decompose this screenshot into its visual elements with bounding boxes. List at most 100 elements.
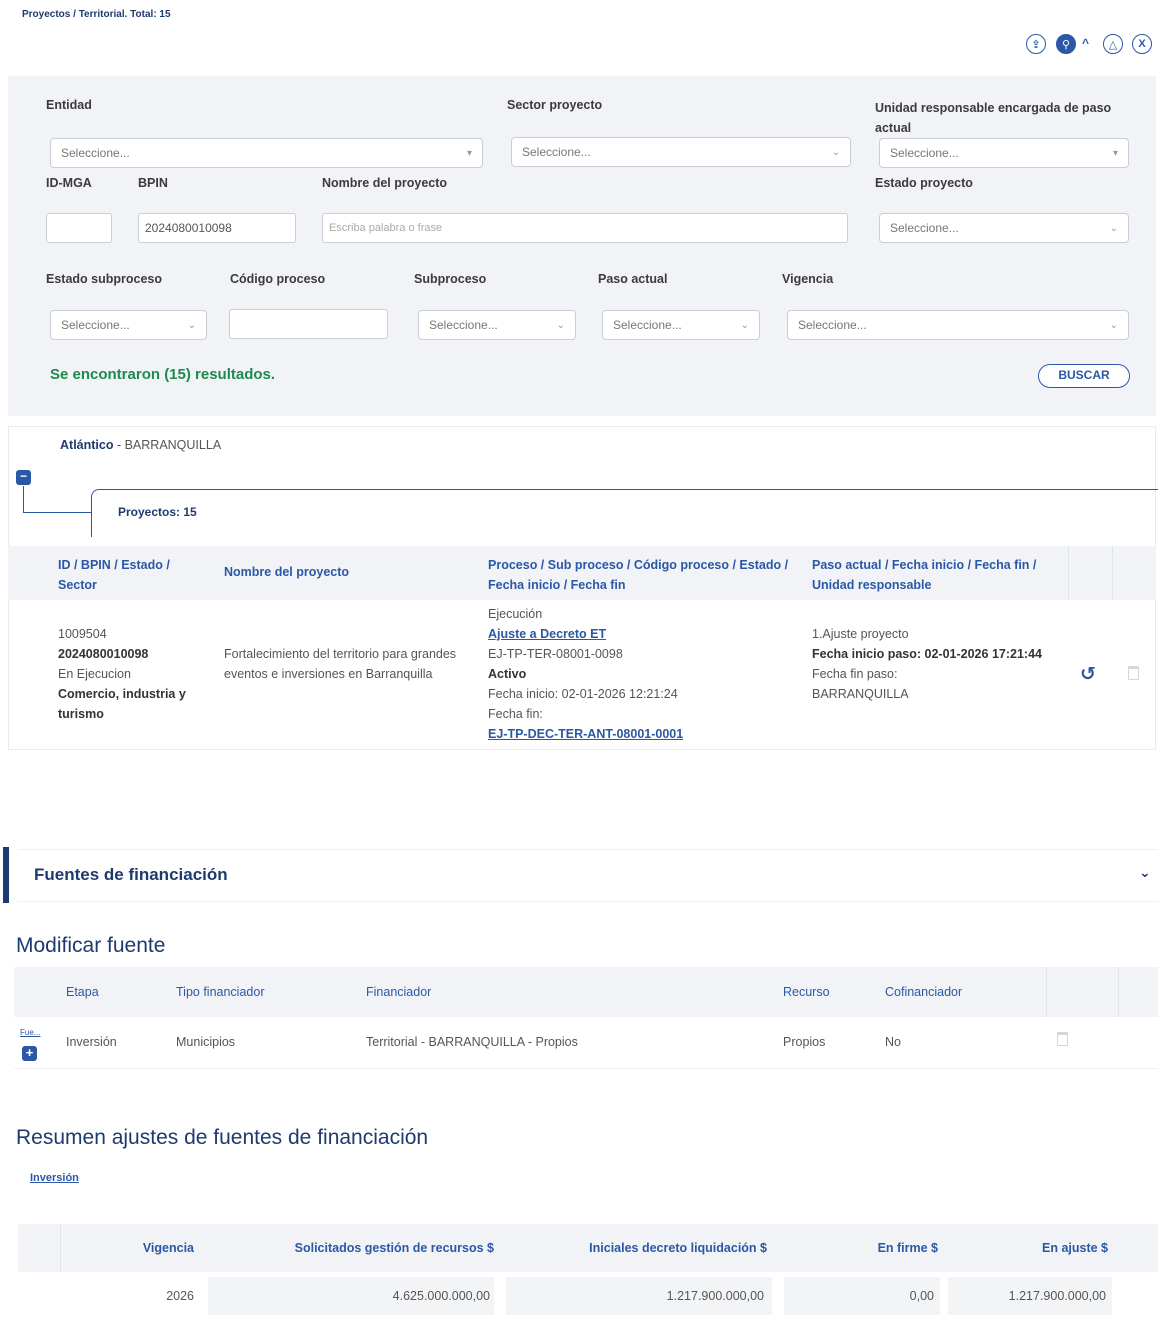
codigo-link[interactable]: EJ-TP-DEC-TER-ANT-08001-0001 [488,724,798,744]
row-cofinanciador: No [885,1035,901,1049]
excel-icon[interactable]: X [1132,34,1152,54]
sector-label: Sector proyecto [507,98,603,112]
chevron-down-icon: ⌄ [1109,319,1118,331]
estado-subproceso-select[interactable]: Seleccione... ⌄ [50,310,207,340]
paso-actual-label: Paso actual [598,272,668,286]
paso-fecha-fin: Fecha fin paso: [812,667,898,681]
col-header-etapa: Etapa [66,985,99,999]
fuentes-title: Fuentes de financiación [34,865,228,884]
col-header-iniciales: Iniciales decreto liquidación $ [589,1241,767,1255]
subproceso-value: Seleccione... [429,318,498,332]
header-divider [1068,546,1069,600]
fecha-inicio: Fecha inicio: 02-01-2026 12:21:24 [488,687,678,701]
entidad-select[interactable]: Seleccione... ▾ [50,138,483,168]
fuente-link[interactable]: Fue... [20,1028,40,1037]
group-separator: - [113,438,125,452]
city-name: BARRANQUILLA [124,438,222,452]
table-row-paso-col: 1.Ajuste proyecto Fecha inicio paso: 02-… [812,624,1052,704]
row-recurso: Propios [783,1035,826,1049]
vigencia-select[interactable]: Seleccione... ⌄ [787,310,1129,340]
col-header-en-firme: En firme $ [877,1241,938,1255]
projects-count: Proyectos: 15 [118,505,197,519]
sector-select[interactable]: Seleccione... ⌄ [511,137,851,167]
trash-icon[interactable] [1128,666,1139,680]
projects-subpanel-border [91,489,1158,537]
add-icon[interactable]: + [22,1046,37,1061]
resumen-vigencia: 2026 [166,1289,194,1303]
chevron-down-icon: ⌄ [1109,222,1118,234]
chevron-down-icon: ⌄ [556,319,565,331]
vigencia-label: Vigencia [782,272,834,286]
col-header-proceso: Proceso / Sub proceso / Código proceso /… [488,558,789,592]
nombre-label: Nombre del proyecto [322,176,448,190]
chevron-up-icon[interactable]: ^ [1082,36,1089,50]
chevron-down-icon[interactable]: ⌄ [1139,864,1151,881]
subproceso-select[interactable]: Seleccione... ⌄ [418,310,576,340]
paso-fecha-inicio: Fecha inicio paso: 02-01-2026 17:21:44 [812,647,1042,661]
row-tipo: Municipios [176,1035,236,1049]
col-header-cofinanciador: Cofinanciador [885,985,963,999]
col-header-vigencia: Vigencia [142,1241,194,1255]
resumen-solicitados: 4.625.000.000,00 [392,1289,490,1303]
pdf-icon[interactable]: △ [1103,34,1123,54]
project-estado: En Ejecucion [58,667,131,681]
subproceso-link[interactable]: Ajuste a Decreto ET [488,624,798,644]
chevron-down-icon: ⌄ [187,319,196,331]
col-header-tipo: Tipo financiador [176,985,265,999]
tree-connector-horizontal [23,512,91,513]
unidad-label: Unidad responsable encargada de paso act… [875,101,1112,135]
trash-icon[interactable] [1057,1032,1068,1046]
entidad-value: Seleccione... [61,146,130,160]
search-icon[interactable]: ⚲ [1056,34,1076,54]
codigo-proceso: EJ-TP-TER-08001-0098 [488,647,623,661]
fecha-fin: Fecha fin: [488,707,543,721]
breadcrumb[interactable]: Proyectos / Territorial. Total: 15 [22,9,171,20]
chevron-down-icon: ▾ [466,147,472,159]
subproceso-label: Subproceso [414,272,487,286]
unidad-select[interactable]: Seleccione... ▾ [879,138,1129,168]
table-row-proceso-col: Ejecución Ajuste a Decreto ET EJ-TP-TER-… [488,604,798,744]
search-button[interactable]: BUSCAR [1038,364,1130,388]
col-header-en-ajuste: En ajuste $ [1042,1241,1108,1255]
paso-actual-value: Seleccione... [613,318,682,332]
col-header-id: ID / BPIN / Estado / Sector [58,558,170,592]
paso-actual-select[interactable]: Seleccione... ⌄ [602,310,760,340]
resumen-en-firme: 0,00 [909,1289,934,1303]
tree-connector-vertical [23,486,24,512]
results-count: Se encontraron (15) resultados. [50,366,276,383]
estado-proyecto-select[interactable]: Seleccione... ⌄ [879,213,1129,243]
chevron-down-icon: ⌄ [831,146,840,158]
col-header-financiador: Financiador [366,985,432,999]
project-sector: Comercio, industria y turismo [58,687,186,721]
codigo-proceso-input[interactable] [229,309,388,339]
bpin-label: BPIN [138,176,168,190]
col-header-paso: Paso actual / Fecha inicio / Fecha fin /… [812,558,1037,592]
history-icon[interactable]: ↺ [1080,663,1096,686]
project-nombre: Fortalecimiento del territorio para gran… [224,647,457,681]
row-etapa: Inversión [66,1035,117,1049]
estado-proyecto-value: Seleccione... [890,221,959,235]
estado-proceso: Activo [488,667,527,681]
header-divider [1046,967,1047,1017]
nombre-input[interactable]: Escriba palabra o frase [322,213,848,243]
codigo-proceso-label: Código proceso [230,272,326,286]
proceso-name: Ejecución [488,607,543,621]
bpin-input[interactable]: 2024080010098 [138,213,296,243]
upload-icon[interactable]: ⇪ [1026,34,1046,54]
col-header-recurso: Recurso [783,985,830,999]
tab-inversion[interactable]: Inversión [30,1172,79,1184]
modificar-title: Modificar fuente [16,934,166,957]
entidad-label: Entidad [46,98,92,112]
project-bpin: 2024080010098 [58,647,149,661]
collapse-icon[interactable]: − [16,470,31,485]
resumen-title: Resumen ajustes de fuentes de financiaci… [16,1126,429,1149]
idmga-input[interactable] [46,213,112,243]
resumen-iniciales: 1.217.900.000,00 [666,1289,764,1303]
project-id: 1009504 [58,627,107,641]
unidad-value: Seleccione... [890,146,959,160]
row-financiador: Territorial - BARRANQUILLA - Propios [366,1035,578,1049]
chevron-down-icon: ⌄ [740,319,749,331]
sector-value: Seleccione... [522,145,591,159]
estado-subproceso-value: Seleccione... [61,318,130,332]
header-divider [1112,546,1113,600]
